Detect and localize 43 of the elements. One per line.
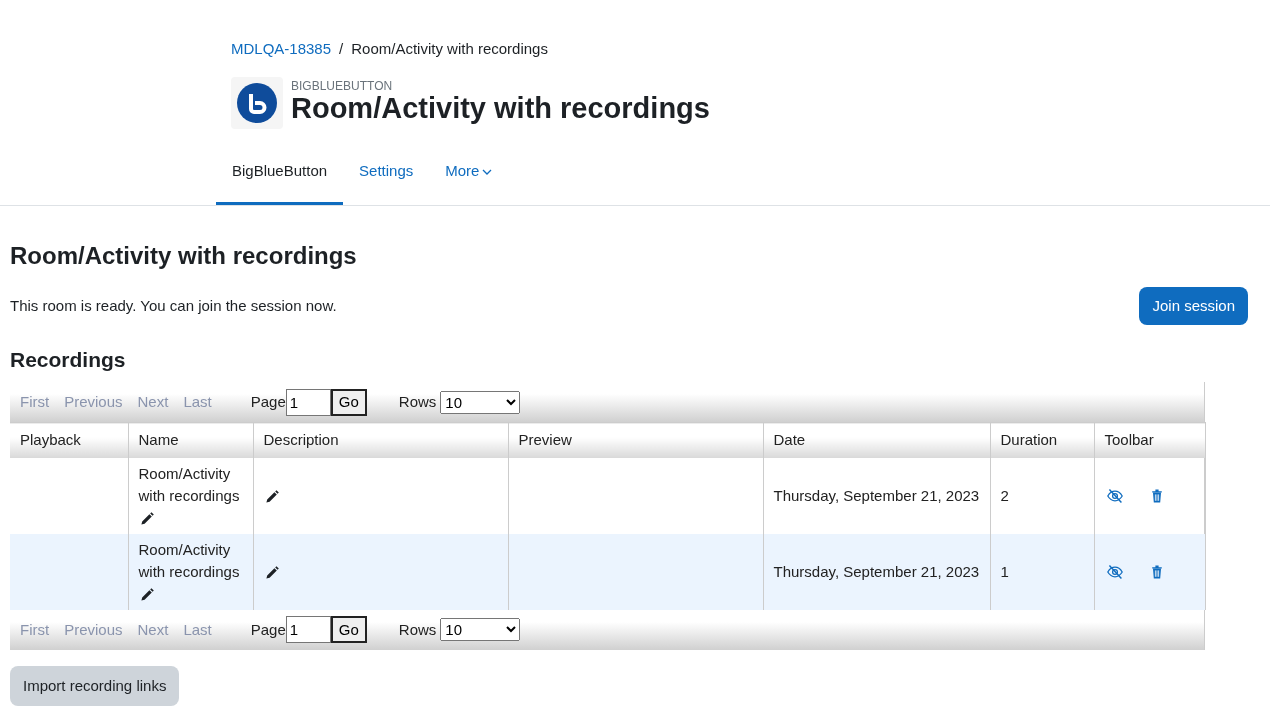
page-label: Page [250,619,286,640]
rows-select[interactable]: 10 [440,618,521,642]
nav-tab[interactable]: Settings [343,144,430,205]
go-button[interactable]: Go [330,389,367,416]
page-label: Page [250,392,286,413]
breadcrumb-separator: / [339,39,344,59]
recording-name: Room/Activity with recordings [138,540,241,583]
nav-tab[interactable]: More [429,144,509,205]
edit-icon[interactable] [138,586,155,603]
activity-type-label: BIGBLUEBUTTON [291,79,394,92]
column-header: Preview [508,423,763,458]
go-button[interactable]: Go [330,616,367,644]
nav-tab[interactable]: BigBlueButton [216,144,344,205]
column-header: Playback [10,423,128,458]
column-header: Date [763,423,990,458]
page-title: Room/Activity with recordings [10,242,358,271]
rows-select[interactable]: 10 [440,391,521,414]
table-cell: Thursday, September 21, 2023 [763,534,990,610]
column-header: Toolbar [1094,423,1205,458]
breadcrumb-current: Room/Activity with recordings [351,39,548,59]
table-cell: 2 [990,458,1094,534]
recording-name: Room/Activity with recordings [138,464,241,507]
activity-icon [231,76,283,129]
column-header: Duration [990,423,1094,458]
column-header: Description [253,423,508,458]
breadcrumb-link[interactable]: MDLQA-18385 [231,38,332,61]
import-recordings-button[interactable]: Import recording links [10,666,180,707]
eye-slash-icon[interactable] [1104,564,1125,580]
edit-icon[interactable] [263,565,280,582]
page-input[interactable]: 1 [285,616,331,644]
eye-slash-icon[interactable] [1104,488,1125,504]
edit-icon[interactable] [263,489,280,506]
status-message: This room is ready. You can join the session now. [10,295,337,316]
rows-label: Rows [397,392,437,413]
edit-icon[interactable] [138,510,155,527]
page-header-title: Room/Activity with recordings [291,91,710,126]
section-heading: Recordings [10,347,127,373]
page-input[interactable]: 1 [285,389,331,416]
table-cell: Thursday, September 21, 2023 [763,458,990,534]
column-header: Name [128,423,253,458]
table-cell: 1 [990,534,1094,610]
join-session-button[interactable]: Join session [1139,286,1248,326]
rows-label: Rows [397,619,437,640]
